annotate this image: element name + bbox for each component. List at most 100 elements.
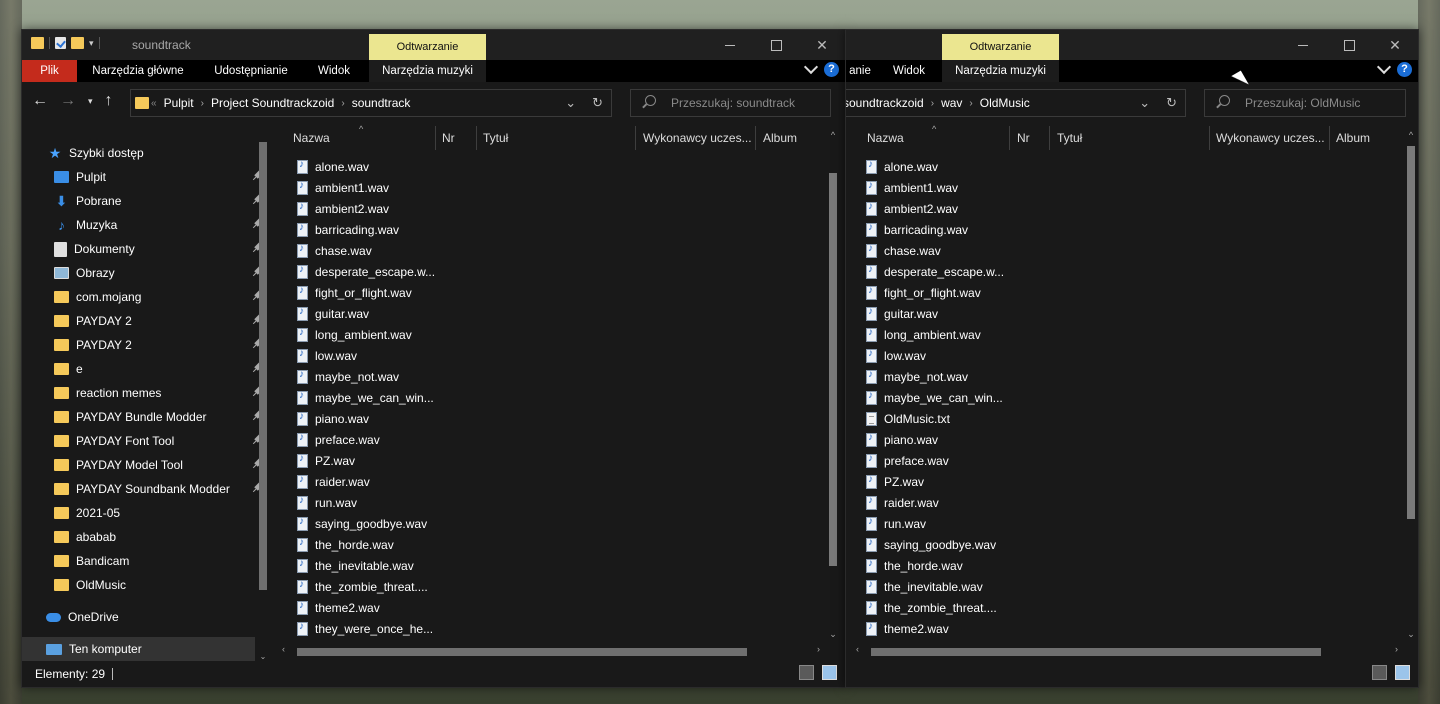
- refresh-icon[interactable]: ↻: [1166, 95, 1177, 111]
- scroll-right-icon[interactable]: ›: [817, 644, 820, 654]
- scroll-down-icon[interactable]: ⌄: [827, 629, 839, 640]
- file-row[interactable]: run.wav: [277, 492, 845, 513]
- file-row[interactable]: desperate_escape.w...: [846, 261, 1418, 282]
- nav-item-folder[interactable]: com.mojang: [54, 285, 263, 309]
- nav-item-pictures[interactable]: Obrazy: [54, 261, 263, 285]
- file-row[interactable]: saying_goodbye.wav: [846, 534, 1418, 555]
- column-divider[interactable]: [635, 126, 636, 150]
- scroll-left-icon[interactable]: ‹: [282, 644, 285, 654]
- scrollbar-thumb[interactable]: [259, 142, 267, 590]
- address-dropdown-icon[interactable]: ⌄: [1139, 95, 1150, 111]
- column-divider[interactable]: [1209, 126, 1210, 150]
- file-row[interactable]: alone.wav: [846, 156, 1418, 177]
- file-row[interactable]: OldMusic.txt: [846, 408, 1418, 429]
- file-row[interactable]: barricading.wav: [277, 219, 845, 240]
- file-row[interactable]: they_were_once_he...: [277, 618, 845, 639]
- breadcrumb-separator-icon[interactable]: ›: [201, 98, 204, 109]
- file-row[interactable]: maybe_not.wav: [846, 366, 1418, 387]
- file-row[interactable]: raider.wav: [277, 471, 845, 492]
- file-row[interactable]: ambient1.wav: [846, 177, 1418, 198]
- nav-item-folder[interactable]: 2021-05: [54, 501, 120, 525]
- nav-item-folder[interactable]: PAYDAY Bundle Modder: [54, 405, 263, 429]
- nav-item-folder[interactable]: PAYDAY Soundbank Modder: [54, 477, 263, 501]
- address-dropdown-icon[interactable]: ⌄: [565, 95, 576, 111]
- breadcrumb-project[interactable]: soundtrackzoid: [846, 96, 924, 110]
- column-header-artists[interactable]: Wykonawcy uczes...: [643, 131, 752, 145]
- large-icons-view-icon[interactable]: [822, 665, 837, 680]
- search-box[interactable]: [630, 89, 843, 117]
- column-header-number[interactable]: Nr: [442, 131, 455, 145]
- file-row[interactable]: chase.wav: [846, 240, 1418, 261]
- column-header-number[interactable]: Nr: [1017, 131, 1030, 145]
- file-row[interactable]: theme2.wav: [846, 618, 1418, 639]
- nav-item-documents[interactable]: Dokumenty: [54, 237, 263, 261]
- column-divider[interactable]: [435, 126, 436, 150]
- nav-item-folder[interactable]: PAYDAY 2: [54, 333, 263, 357]
- breadcrumb-soundtrack[interactable]: soundtrack: [352, 96, 411, 110]
- nav-item-folder[interactable]: reaction memes: [54, 381, 263, 405]
- file-row[interactable]: long_ambient.wav: [277, 324, 845, 345]
- nav-item-folder[interactable]: PAYDAY Font Tool: [54, 429, 263, 453]
- search-box[interactable]: [1204, 89, 1417, 117]
- scroll-left-icon[interactable]: ‹: [856, 644, 859, 654]
- scroll-down-icon[interactable]: ⌄: [1405, 629, 1417, 640]
- vertical-scrollbar[interactable]: ^ ⌄: [1405, 126, 1417, 661]
- expand-ribbon-icon[interactable]: [1376, 59, 1392, 75]
- tab-share[interactable]: Udostępnianie: [204, 60, 298, 82]
- scrollbar-thumb[interactable]: [1407, 146, 1415, 519]
- tab-home[interactable]: Narzędzia główne: [82, 60, 194, 82]
- minimize-button[interactable]: [707, 30, 753, 60]
- file-row[interactable]: the_horde.wav: [846, 555, 1418, 576]
- file-row[interactable]: desperate_escape.w...: [277, 261, 845, 282]
- breadcrumb-oldmusic[interactable]: OldMusic: [980, 96, 1030, 110]
- close-button[interactable]: ✕: [1372, 30, 1418, 60]
- scroll-up-icon[interactable]: ^: [1405, 130, 1417, 140]
- back-button[interactable]: ←: [32, 92, 48, 110]
- maximize-button[interactable]: [753, 30, 799, 60]
- nav-this-pc[interactable]: Ten komputer: [22, 637, 255, 661]
- scroll-right-icon[interactable]: ›: [1395, 644, 1398, 654]
- file-row[interactable]: fight_or_flight.wav: [846, 282, 1418, 303]
- scroll-down-icon[interactable]: ⌄: [258, 652, 268, 661]
- breadcrumb-overflow-icon[interactable]: «: [151, 98, 157, 109]
- search-input[interactable]: [669, 95, 843, 111]
- nav-item-downloads[interactable]: ⬇ Pobrane: [54, 189, 263, 213]
- nav-item-folder[interactable]: PAYDAY 2: [54, 309, 263, 333]
- recent-locations-button[interactable]: ▾: [88, 96, 93, 107]
- scroll-up-icon[interactable]: ^: [827, 130, 839, 140]
- file-row[interactable]: the_inevitable.wav: [277, 555, 845, 576]
- tab-file[interactable]: Plik: [22, 60, 77, 82]
- file-row[interactable]: piano.wav: [277, 408, 845, 429]
- nav-item-folder[interactable]: e: [54, 357, 263, 381]
- forward-button[interactable]: →: [60, 92, 76, 110]
- nav-onedrive[interactable]: OneDrive: [46, 605, 119, 629]
- breadcrumb-wav[interactable]: wav: [941, 96, 962, 110]
- file-row[interactable]: saying_goodbye.wav: [277, 513, 845, 534]
- column-header-album[interactable]: Album: [1336, 131, 1370, 145]
- nav-item-folder[interactable]: ababab: [54, 525, 116, 549]
- breadcrumb-separator-icon[interactable]: ›: [341, 98, 344, 109]
- help-icon[interactable]: ?: [824, 62, 839, 77]
- address-bar[interactable]: « Pulpit › Project Soundtrackzoid › soun…: [130, 89, 612, 117]
- scrollbar-thumb[interactable]: [297, 648, 747, 656]
- file-row[interactable]: run.wav: [846, 513, 1418, 534]
- file-row[interactable]: ambient2.wav: [277, 198, 845, 219]
- title-bar[interactable]: Odtwarzanie ✕: [846, 30, 1418, 60]
- file-row[interactable]: guitar.wav: [277, 303, 845, 324]
- file-row[interactable]: maybe_we_can_win...: [277, 387, 845, 408]
- large-icons-view-icon[interactable]: [1395, 665, 1410, 680]
- expand-ribbon-icon[interactable]: [803, 59, 819, 75]
- horizontal-scrollbar[interactable]: ‹ ›: [277, 644, 827, 658]
- file-row[interactable]: fight_or_flight.wav: [277, 282, 845, 303]
- scrollbar-thumb[interactable]: [829, 173, 837, 566]
- file-row[interactable]: ambient2.wav: [846, 198, 1418, 219]
- file-row[interactable]: guitar.wav: [846, 303, 1418, 324]
- file-row[interactable]: raider.wav: [846, 492, 1418, 513]
- close-button[interactable]: ✕: [799, 30, 845, 60]
- column-divider[interactable]: [1009, 126, 1010, 150]
- file-row[interactable]: ambient1.wav: [277, 177, 845, 198]
- minimize-button[interactable]: [1280, 30, 1326, 60]
- column-header-name[interactable]: Nazwa: [293, 131, 330, 145]
- tab-share[interactable]: anie: [846, 60, 874, 82]
- breadcrumb-separator-icon[interactable]: ›: [969, 98, 972, 109]
